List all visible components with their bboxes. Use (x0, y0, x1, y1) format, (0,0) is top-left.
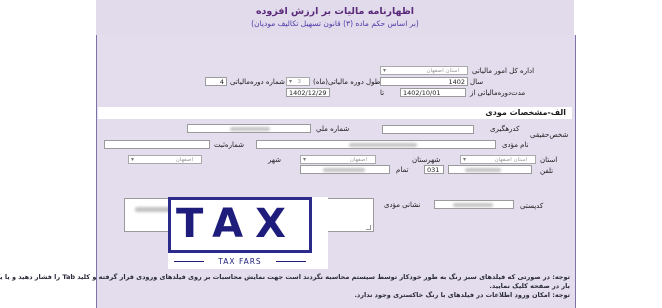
logo-word: TAX (176, 201, 298, 247)
note-line-1: توجه: در صورتی که فیلدهای سبز رنگ به طور… (0, 273, 570, 281)
taxpayer-name-input[interactable] (256, 140, 496, 149)
registration-input[interactable] (104, 140, 210, 149)
postal-code-value (453, 203, 493, 207)
period-to-label: تا (380, 89, 385, 97)
resize-handle[interactable] (366, 225, 371, 230)
period-number-input[interactable]: 4 (205, 77, 227, 86)
national-id-input[interactable] (187, 124, 311, 133)
period-length-label: طول دوره مالیاتی(ماه) (313, 78, 381, 86)
year-input[interactable]: 1402 (380, 77, 468, 86)
registration-label: شماره‌ثبت (214, 141, 245, 149)
note-line-2: بار در صفحه کلیک نمایید. (489, 282, 570, 290)
phone-label: تلفن (540, 167, 554, 175)
logo-rule-right (276, 261, 306, 262)
province-label: استان (540, 156, 558, 164)
tax-office-select[interactable]: استان اصفهان (380, 66, 468, 75)
city-select[interactable]: اصفهان (128, 155, 202, 164)
section-a-title: الف-مشخصات مودی (98, 107, 572, 119)
period-length-select[interactable]: 3 (286, 77, 310, 86)
period-number-label: شماره دوره‌مالیاتی (230, 78, 285, 86)
tracking-code-label: کدرهگیری (490, 125, 520, 133)
period-range-label: مدت‌دوره‌مالیاتی از (470, 89, 526, 97)
area-code-input[interactable]: 031 (424, 165, 444, 174)
mobile-input[interactable] (300, 165, 390, 174)
taxpayer-name-value (349, 143, 417, 147)
national-id-value (230, 127, 270, 131)
form-title: اظهارنامه مالیات بر ارزش افزوده (255, 6, 415, 17)
national-id-label: شماره ملي (316, 125, 350, 133)
province-select[interactable]: استان اصفهان (460, 155, 536, 164)
form-subtitle: (بر اساس حکم ماده (۳) قانون تسهیل تکالیف… (251, 19, 419, 28)
note-line-3: توجه: امکان ورود اطلاعات در فیلدهای با ر… (354, 291, 570, 299)
mobile-value (323, 168, 365, 172)
year-label: سال (470, 78, 484, 86)
mobile-label: تمام (396, 166, 409, 174)
county-label: شهرستان (412, 156, 441, 164)
tracking-code-input[interactable] (382, 125, 474, 134)
period-to-input[interactable]: 1402/12/29 (286, 88, 330, 97)
address-label: نشانی مؤدی (384, 201, 421, 209)
tax-fars-logo: TAX TAX FARS (168, 197, 328, 269)
period-from-input[interactable]: 1402/10/01 (400, 88, 466, 97)
taxpayer-type-label: شخص‌حقیقی (530, 131, 569, 139)
form-header: اظهارنامه مالیات بر ارزش افزوده (بر اساس… (96, 0, 574, 36)
phone-input[interactable] (448, 165, 532, 174)
phone-value (465, 168, 501, 172)
tax-office-label: اداره کل امور مالیاتی (472, 67, 535, 75)
postal-code-input[interactable] (434, 200, 514, 209)
city-label: شهر (268, 156, 281, 164)
taxpayer-name-label: نام مؤدی (502, 141, 529, 149)
county-select[interactable]: اصفهان (300, 155, 376, 164)
postal-code-label: کدپستی (520, 202, 544, 210)
